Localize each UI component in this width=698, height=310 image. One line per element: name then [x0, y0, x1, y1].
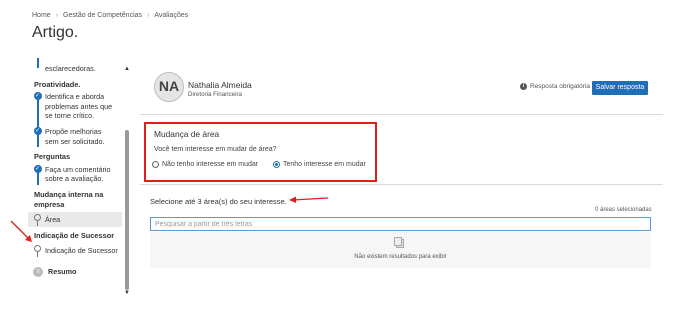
sidebar-item-area[interactable]: Área: [28, 212, 122, 228]
summary-icon: ≡: [33, 266, 43, 277]
check-circle-icon: ✓: [33, 164, 42, 173]
area-select-label: Selecione até 3 área(s) do seu interesse…: [150, 197, 287, 206]
avatar: NA: [154, 72, 184, 102]
radio-label: Não tenho interesse em mudar: [162, 161, 259, 168]
breadcrumb-home[interactable]: Home: [32, 12, 51, 19]
breadcrumb: Home › Gestão de Competências › Avaliaçõ…: [32, 12, 188, 19]
pin-stem: [37, 220, 39, 227]
check-circle-icon: ✓: [33, 126, 42, 135]
scroll-thumb[interactable]: [125, 130, 129, 290]
sidebar-item-label: esclarecedoras.: [45, 64, 96, 73]
required-note: i Resposta obrigatória: [520, 83, 590, 90]
empty-results: Não existem resultados para exibir: [150, 232, 651, 268]
sidebar-item-label: Faça um comentário sobre a avaliação.: [45, 164, 111, 184]
chevron-right-icon: ›: [55, 12, 59, 19]
sidebar-item-esclarecedoras[interactable]: esclarecedoras.: [28, 58, 122, 74]
question-text: Você tem interesse em mudar de área?: [154, 146, 277, 153]
sidebar-item-label: Resumo: [48, 266, 77, 276]
chevron-right-icon: ›: [147, 12, 150, 19]
radio-label: Tenho interesse em mudar: [283, 161, 366, 168]
user-name: Nathalia Almeida: [188, 80, 252, 90]
sidebar-item-label: Área: [45, 215, 61, 225]
divider: [140, 114, 663, 115]
pin-stem: [37, 250, 39, 257]
scroll-up-icon[interactable]: ▲: [124, 66, 130, 72]
page-title: Artigo.: [32, 24, 79, 41]
section-title: Mudança de área: [154, 129, 220, 139]
radio-checked-icon[interactable]: [273, 161, 280, 168]
sidebar-item-label: Identifica e aborda problemas antes que …: [45, 92, 113, 121]
sidebar-item-indicacao[interactable]: Indicação de Sucessor: [28, 244, 122, 258]
annotation-arrow-icon: [289, 196, 329, 203]
breadcrumb-avaliacoes: Avaliações: [154, 12, 189, 19]
required-note-label: Resposta obrigatória: [530, 83, 590, 90]
sidebar-item-resumo[interactable]: ≡ Resumo: [28, 266, 122, 278]
sidebar-section-proatividade: Proatividade.: [34, 79, 81, 89]
progress-line: [37, 58, 39, 68]
selected-count: 0 áreas selecionadas: [595, 207, 652, 213]
scroll-down-icon[interactable]: ▼: [124, 290, 130, 296]
sidebar-item-label: Indicação de Sucessor: [45, 245, 118, 255]
documents-icon: [394, 237, 404, 248]
check-circle-icon: ✓: [33, 92, 42, 101]
sidebar-item-identifica[interactable]: ✓ Identifica e aborda problemas antes qu…: [28, 92, 116, 131]
radio-option-nao[interactable]: Não tenho interesse em mudar: [152, 161, 258, 168]
radio-unchecked-icon[interactable]: [152, 161, 159, 168]
sidebar-item-comentario[interactable]: ✓ Faça um comentário sobre a avaliação.: [28, 164, 116, 185]
sidebar-section-mudanca: Mudança interna na empresa: [34, 189, 104, 209]
sidebar-item-propoe[interactable]: ✓ Propõe melhorias sem ser solicitado.: [28, 126, 116, 147]
sidebar-nav: esclarecedoras. Proatividade. ✓ Identifi…: [28, 58, 132, 308]
breadcrumb-gestao[interactable]: Gestão de Competências: [63, 12, 142, 19]
sidebar-item-label: Propõe melhorias sem ser solicitado.: [45, 126, 105, 146]
info-icon: i: [520, 83, 527, 90]
sidebar-scrollbar[interactable]: ▲ ▼: [124, 62, 130, 302]
user-header: NA Nathalia Almeida Diretoria Financeira…: [140, 62, 663, 114]
save-answer-button[interactable]: Salvar resposta: [592, 81, 648, 95]
sidebar-section-perguntas: Perguntas: [34, 152, 71, 162]
mudanca-area-section: Mudança de área Você tem interesse em mu…: [144, 122, 377, 182]
user-role: Diretoria Financeira: [188, 91, 242, 98]
radio-option-sim[interactable]: Tenho interesse em mudar: [273, 161, 366, 168]
empty-results-text: Não existem resultados para exibir: [354, 254, 447, 260]
divider: [140, 184, 663, 185]
sidebar-section-indicacao: Indicação de Sucessor: [34, 231, 115, 241]
annotation-arrow-icon: [10, 220, 32, 242]
area-search-input[interactable]: [150, 217, 651, 231]
main-panel: NA Nathalia Almeida Diretoria Financeira…: [140, 62, 663, 302]
